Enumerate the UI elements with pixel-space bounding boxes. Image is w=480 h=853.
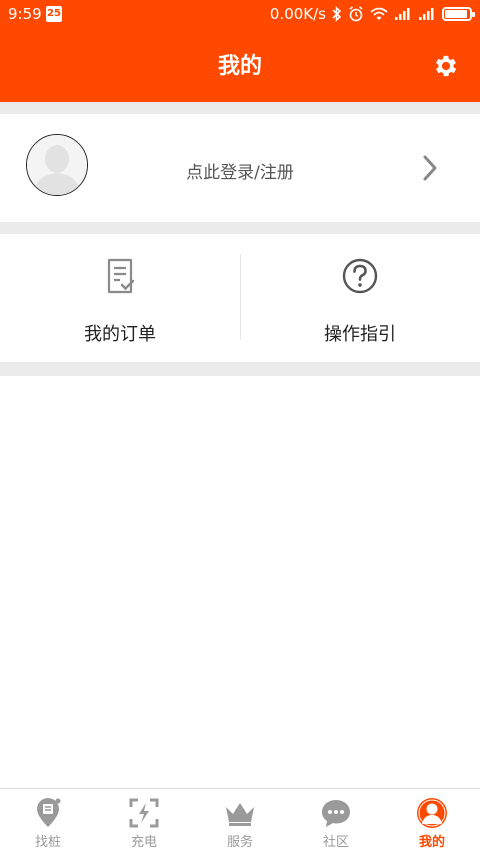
crown-icon [226,803,254,826]
app-header: 9:59 25 0.00K/s 我的 [0,0,480,102]
gear-icon[interactable] [432,52,460,80]
page-title: 我的 [217,54,262,79]
tab-service[interactable]: 服务 [192,789,288,853]
battery-icon [442,7,475,21]
order-document-icon [107,258,135,294]
alarm-icon [349,6,363,22]
section-divider [0,102,480,114]
tab-label: 我的 [418,835,445,850]
tab-label: 社区 [322,835,349,850]
chat-bubble-icon [322,800,350,827]
bottom-tab-bar: 找桩 充电 服务 社区 我的 [0,788,480,853]
login-register-link[interactable]: 点此登录/注册 [0,158,480,183]
signal-icon [395,8,410,20]
signal-icon [419,8,434,20]
guide-label: 操作指引 [324,324,396,345]
question-circle-icon [342,258,378,294]
section-divider [0,362,480,376]
section-divider [0,222,480,234]
chevron-right-icon [423,155,437,181]
guide-button[interactable]: 操作指引 [240,234,480,362]
battery-level [445,10,467,18]
charge-scan-icon [129,798,159,828]
login-row[interactable]: 点此登录/注册 [0,114,480,222]
my-orders-button[interactable]: 我的订单 [0,234,240,362]
status-indicators: 0.00K/s [269,5,475,23]
tab-community[interactable]: 社区 [288,789,384,853]
quick-actions: 我的订单 操作指引 [0,234,480,362]
status-time: 9:59 [8,5,42,23]
tab-charge[interactable]: 充电 [96,789,192,853]
status-bar: 9:59 25 0.00K/s [0,0,480,28]
tab-mine[interactable]: 我的 [384,789,480,853]
network-speed: 0.00K/s [269,5,326,23]
tab-label: 找桩 [34,835,61,850]
location-pin-icon [37,798,61,827]
user-profile-icon [417,798,447,828]
wifi-icon [370,7,388,20]
tab-label: 服务 [226,835,253,850]
tab-label: 充电 [130,835,157,850]
my-orders-label: 我的订单 [84,324,156,345]
calendar-icon: 25 [46,6,62,22]
tab-find-pile[interactable]: 找桩 [0,789,96,853]
bluetooth-icon [332,6,342,22]
